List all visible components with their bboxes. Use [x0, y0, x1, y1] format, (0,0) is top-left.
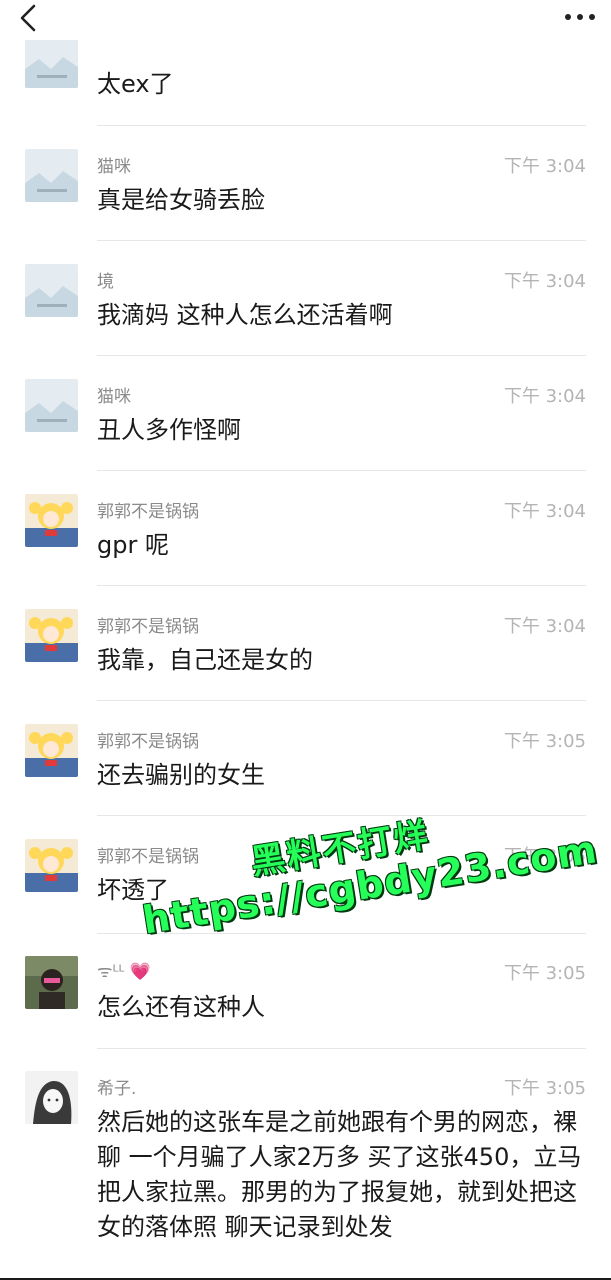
message-time: 下午 3:04	[503, 616, 586, 637]
message-time: 下午 3:05	[503, 1078, 586, 1099]
sender-name: 猫咪	[97, 387, 131, 407]
message-item[interactable]: 郭郭不是锅锅 下午 3:05 坏透了	[0, 816, 611, 934]
message-text: gpr 呢	[97, 531, 169, 559]
message-text: 我靠，自己还是女的	[97, 646, 313, 674]
message-item[interactable]: 郭郭不是锅锅 下午 3:05 还去骗别的女生	[0, 701, 611, 816]
anime-girl-avatar[interactable]	[25, 494, 78, 547]
message-item[interactable]: 猫咪 下午 3:04 丑人多作怪啊	[0, 356, 611, 471]
placeholder-image-avatar[interactable]	[25, 35, 78, 88]
sender-name: 猫咪	[97, 157, 131, 177]
message-item[interactable]: 希子. 下午 3:05 然后她的这张车是之前她跟有个男的网恋，裸聊 一个月骗了人…	[0, 1048, 611, 1280]
sender-name: 郭郭不是锅锅	[97, 617, 199, 637]
message-item[interactable]: 郭郭不是锅锅 下午 3:04 gpr 呢	[0, 471, 611, 586]
sender-name: 境	[97, 272, 114, 292]
sender-name: 郭郭不是锅锅	[97, 847, 199, 867]
message-text: 然后她的这张车是之前她跟有个男的网恋，裸聊 一个月骗了人家2万多 买了这张450…	[97, 1108, 582, 1241]
photo-avatar[interactable]	[25, 956, 78, 1009]
message-time: 下午 3:05	[503, 846, 586, 867]
anime-girl-avatar[interactable]	[25, 724, 78, 777]
message-text: 丑人多作怪啊	[97, 416, 241, 444]
message-text: 还去骗别的女生	[97, 761, 265, 789]
message-time: 下午 3:05	[503, 731, 586, 752]
message-time: 下午 3:04	[503, 386, 586, 407]
message-text: 我滴妈 这种人怎么还活着啊	[97, 301, 393, 329]
message-text: 太ex了	[97, 70, 174, 98]
more-options-icon[interactable]	[563, 8, 597, 26]
placeholder-image-avatar[interactable]	[25, 149, 78, 202]
message-time: 下午 3:05	[503, 963, 586, 984]
message-time: 下午 3:04	[503, 156, 586, 177]
back-icon[interactable]	[14, 3, 44, 33]
message-text: 真是给女骑丢脸	[97, 186, 265, 214]
message-item[interactable]: 猫咪 下午 3:04 真是给女骑丢脸	[0, 126, 611, 241]
anime-girl-avatar[interactable]	[25, 839, 78, 892]
sender-name: 希子.	[97, 1079, 137, 1099]
sender-name: 郭郭不是锅锅	[97, 502, 199, 522]
sender-name: ᯤᴸᴸ 💗	[97, 962, 152, 982]
message-time: 下午 3:04	[503, 501, 586, 522]
anime-girl-avatar[interactable]	[25, 609, 78, 662]
placeholder-image-avatar[interactable]	[25, 379, 78, 432]
sketch-avatar[interactable]	[25, 1071, 78, 1124]
message-item[interactable]: 郭郭不是锅锅 下午 3:04 我靠，自己还是女的	[0, 586, 611, 701]
message-item[interactable]: 境 下午 3:04 我滴妈 这种人怎么还活着啊	[0, 241, 611, 356]
message-text: 怎么还有这种人	[97, 993, 265, 1021]
message-text: 坏透了	[97, 876, 169, 904]
sender-name: 郭郭不是锅锅	[97, 732, 199, 752]
message-item[interactable]: ᯤᴸᴸ 💗 下午 3:05 怎么还有这种人	[0, 933, 611, 1049]
placeholder-image-avatar[interactable]	[25, 264, 78, 317]
message-time: 下午 3:04	[503, 271, 586, 292]
top-bar	[0, 0, 611, 40]
